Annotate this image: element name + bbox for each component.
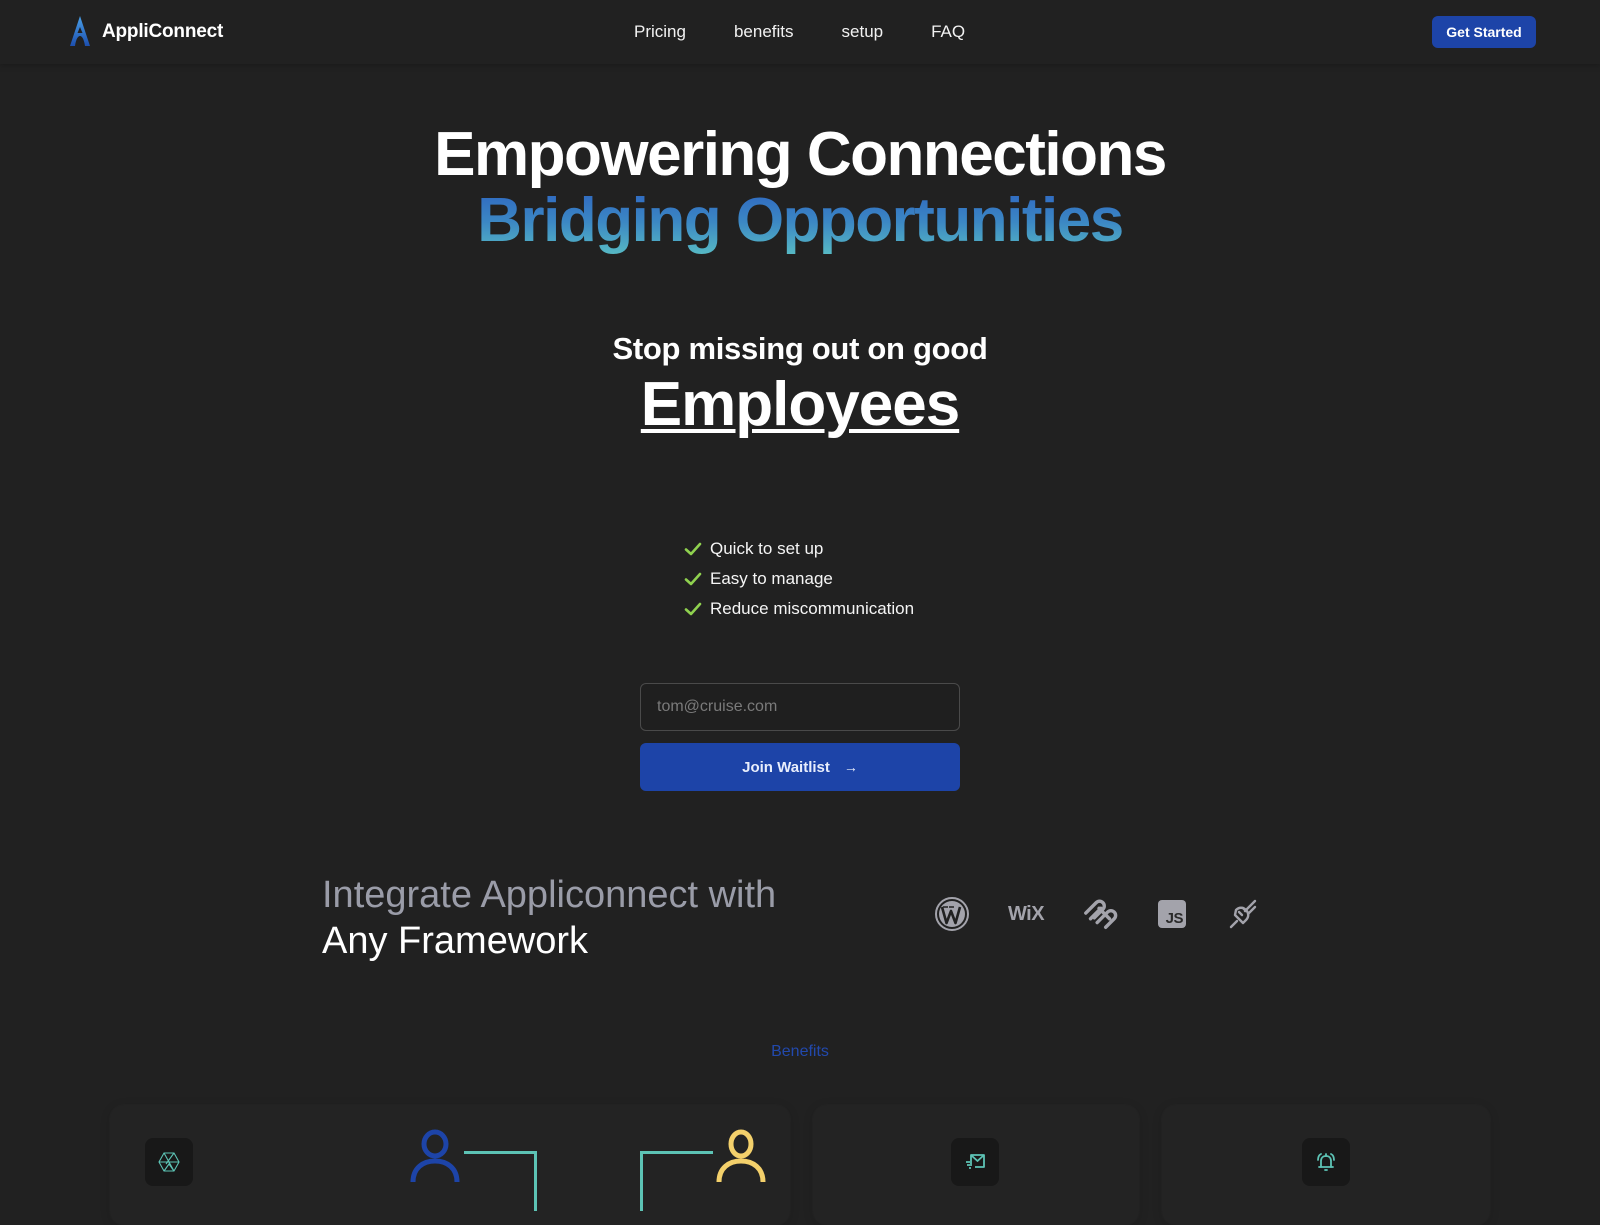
integrations-heading-line1: Integrate Appliconnect with xyxy=(322,874,777,916)
hero-subtitle-highlight: Employees xyxy=(640,370,960,439)
check-icon xyxy=(684,542,702,556)
wordpress-icon xyxy=(934,896,970,932)
feature-item: Quick to set up xyxy=(684,534,914,564)
arrow-right-icon: → xyxy=(843,759,858,775)
email-input[interactable] xyxy=(640,683,960,731)
nav-link-pricing[interactable]: Pricing xyxy=(634,20,686,44)
benefits-section-label: Benefits xyxy=(771,1043,829,1060)
integrations-heading-line2: Any Framework xyxy=(322,920,589,962)
hero-title-line1: Empowering Connections xyxy=(434,120,1167,189)
feature-item: Easy to manage xyxy=(684,564,914,594)
integrations-heading: Integrate Appliconnect with Any Framewor… xyxy=(322,872,776,964)
hero-title-line2: Bridging Opportunities xyxy=(477,186,1124,255)
navbar: AppliConnect Pricing benefits setup FAQ … xyxy=(0,0,1600,64)
nav-links: Pricing benefits setup FAQ xyxy=(634,20,965,44)
get-started-button[interactable]: Get Started xyxy=(1432,16,1536,48)
hero-subtitle: Stop missing out on good xyxy=(612,331,988,366)
brand-name: AppliConnect xyxy=(102,21,224,42)
polyhedron-icon xyxy=(158,1152,180,1172)
nav-link-faq[interactable]: FAQ xyxy=(931,20,965,44)
connector-line xyxy=(464,1151,537,1211)
nav-link-setup[interactable]: setup xyxy=(842,20,884,44)
person-icon-yellow xyxy=(716,1129,766,1183)
wix-icon: WiX xyxy=(1007,902,1045,925)
plug-icon xyxy=(1226,896,1262,932)
connector-line xyxy=(640,1151,713,1211)
appliconnect-logo-icon xyxy=(70,16,90,46)
feature-item: Reduce miscommunication xyxy=(684,594,914,624)
feature-list: Quick to set up Easy to manage Reduce mi… xyxy=(684,534,914,624)
feature-label: Reduce miscommunication xyxy=(710,599,915,618)
nav-link-benefits[interactable]: benefits xyxy=(734,20,794,44)
benefit-card xyxy=(1162,1105,1490,1225)
join-waitlist-button[interactable]: Join Waitlist → xyxy=(640,743,960,791)
brand-link[interactable]: AppliConnect xyxy=(68,14,223,50)
benefit-card xyxy=(813,1105,1139,1225)
join-waitlist-label: Join Waitlist xyxy=(742,758,830,776)
hero-subtitle-highlight-wrap: Employees xyxy=(0,370,1600,440)
feature-label: Easy to manage xyxy=(710,569,833,588)
benefit-icon-box xyxy=(145,1138,193,1186)
check-icon xyxy=(684,602,702,616)
person-icon-blue xyxy=(410,1129,460,1183)
hero-title: Empowering Connections Bridging Opportun… xyxy=(0,122,1600,254)
benefit-icon-box xyxy=(1302,1138,1350,1186)
mail-send-icon xyxy=(966,1154,985,1169)
check-icon xyxy=(684,572,702,586)
benefit-icon-box xyxy=(951,1138,999,1186)
bell-ringing-icon xyxy=(1317,1153,1335,1171)
feature-label: Quick to set up xyxy=(710,539,824,558)
squarespace-icon xyxy=(1082,896,1118,932)
integration-logos: WiX JS xyxy=(934,896,1262,932)
javascript-icon: JS xyxy=(1154,896,1190,932)
